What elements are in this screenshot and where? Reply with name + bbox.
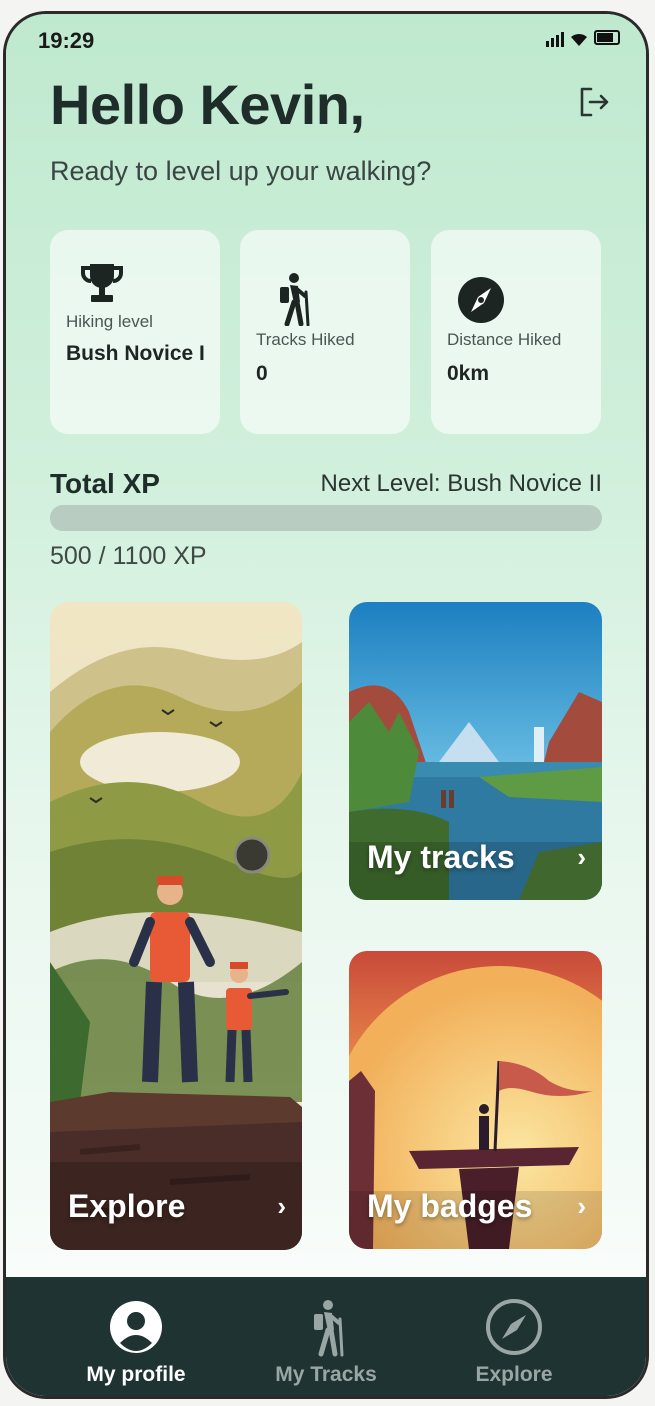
nav-item-explore[interactable]: Explore [414,1277,614,1396]
stat-label: Tracks Hiked [256,330,355,349]
app-screen: 19:29 Hello Kevin, Ready to level up you… [6,14,646,1396]
logout-icon[interactable] [576,84,612,120]
chevron-right-icon: › [277,1191,286,1221]
page-title: Hello Kevin, [50,73,365,136]
bottom-nav: My profile My Tracks Explore [6,1277,646,1396]
stat-value: 0km [447,362,490,385]
wifi-icon [571,33,587,46]
my-badges-tile[interactable]: My badges › [349,951,602,1249]
my-tracks-tile-label: My tracks [367,839,515,875]
explore-tile-label: Explore [68,1188,186,1224]
my-tracks-tile[interactable]: My tracks › [349,602,602,900]
nav-item-my-profile[interactable]: My profile [36,1277,236,1396]
compass-icon [486,1299,542,1355]
stat-value: Bush Novice I [66,342,205,365]
status-icons [546,30,620,47]
explore-illustration [50,602,302,1250]
stat-label: Distance Hiked [447,330,562,349]
nav-item-my-tracks[interactable]: My Tracks [226,1277,426,1396]
trophy-icon [81,264,123,302]
page-subtitle: Ready to level up your walking? [50,156,432,186]
tracks-hiked-card: Tracks Hiked 0 [240,230,410,434]
status-time: 19:29 [38,28,95,53]
xp-title: Total XP [50,468,160,499]
xp-count: 500 / 1100 XP [50,542,207,570]
my-badges-tile-label: My badges [367,1188,533,1224]
signal-icon [546,31,564,47]
chevron-right-icon: › [577,842,586,872]
hiking-level-card: Hiking level Bush Novice I [50,230,220,434]
distance-hiked-card: Distance Hiked 0km [431,230,601,434]
nav-label: My Tracks [275,1363,377,1386]
xp-progress-bar [50,505,602,531]
compass-icon [458,277,504,323]
chevron-right-icon: › [577,1191,586,1221]
hiker-icon [280,273,310,326]
next-level-label: Next Level: Bush Novice II [320,470,602,497]
status-bar: 19:29 [6,14,646,64]
nav-label: Explore [475,1363,553,1386]
profile-icon [110,1301,162,1353]
battery-icon [594,30,620,45]
stat-value: 0 [256,362,268,385]
hiker-icon [314,1300,344,1357]
nav-label: My profile [86,1363,186,1386]
xp-progress-fill [50,505,301,531]
stat-label: Hiking level [66,312,153,331]
explore-tile[interactable]: Explore › [50,602,302,1250]
